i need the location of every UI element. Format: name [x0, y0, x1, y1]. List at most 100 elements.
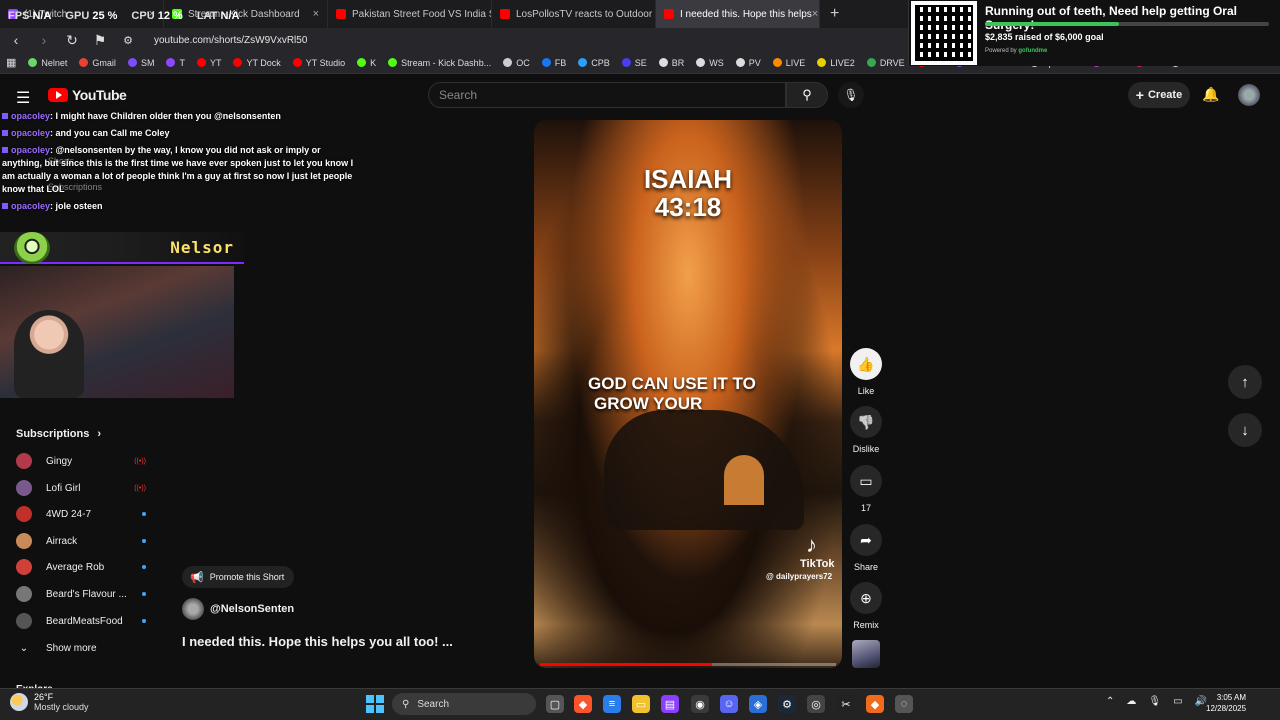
bookmark-item[interactable]: T — [166, 58, 185, 68]
chevron-up-icon[interactable]: ⌃ — [1106, 696, 1114, 707]
bookmark-item[interactable]: SM — [127, 58, 154, 68]
app-circle-icon[interactable]: ◌ — [895, 695, 913, 713]
short-video-player[interactable]: ISAIAH 43:18 GOD CAN USE IT TO GROW YOUR… — [534, 120, 842, 668]
bookmark-item[interactable]: FB — [541, 58, 566, 68]
bookmark-item[interactable]: YT Dock — [233, 58, 281, 68]
bookmark-item[interactable]: YT — [196, 58, 221, 68]
bookmark-item[interactable]: SE — [621, 58, 647, 68]
close-tab-icon[interactable]: × — [812, 8, 818, 20]
show-more-button[interactable]: ⌄ Show more — [16, 635, 146, 661]
subscriptions-header[interactable]: Subscriptions › — [16, 428, 101, 440]
site-info-icon[interactable]: ⚙ — [120, 34, 136, 47]
channel-avatar[interactable] — [182, 598, 204, 620]
previous-short-button[interactable]: ↑ — [1228, 365, 1262, 399]
bookmark-label: Stream - Kick Dashb... — [401, 57, 492, 68]
bookmark-item[interactable]: LIVE — [772, 58, 805, 68]
new-tab-button[interactable]: + — [820, 5, 849, 23]
subscription-item[interactable]: 4WD 24-7 — [16, 501, 146, 527]
discord-icon[interactable]: ☺ — [720, 695, 738, 713]
cloud-icon[interactable]: ☁ — [1126, 696, 1136, 707]
subscription-item[interactable]: Airrack — [16, 528, 146, 554]
hamburger-menu-icon[interactable]: ☰ — [16, 88, 30, 108]
app-icon[interactable]: ▤ — [661, 695, 679, 713]
search-button[interactable]: ⚲ — [786, 82, 828, 108]
store-icon[interactable]: ◈ — [749, 695, 767, 713]
remix-button[interactable]: ⊕ — [850, 582, 882, 614]
weather-widget[interactable]: 26°F Mostly cloudy — [10, 692, 89, 712]
subscription-name: Airrack — [46, 535, 78, 547]
taskbar-search[interactable]: ⚲ Search — [392, 693, 536, 715]
create-button[interactable]: + Create — [1128, 82, 1190, 108]
search-input[interactable] — [428, 82, 786, 108]
bookmark-favicon-icon — [292, 58, 302, 67]
capcut-icon[interactable]: ✂ — [837, 695, 855, 713]
bookmark-item[interactable]: OC — [503, 58, 530, 68]
nvidia-icon[interactable]: ◉ — [691, 695, 709, 713]
promote-short-button[interactable]: 📢 Promote this Short — [182, 566, 294, 588]
notepad-icon[interactable]: ≡ — [603, 695, 621, 713]
fundraiser-progress-fill — [985, 22, 1120, 26]
share-button[interactable]: ➦ — [850, 524, 882, 556]
arch-opening — [724, 455, 764, 505]
bookmark-favicon-icon — [817, 58, 827, 67]
subscription-item[interactable]: Lofi Girl ((•)) — [16, 475, 146, 501]
bookmark-item[interactable]: LIVE2 — [817, 58, 855, 68]
chat-username: opacoley — [11, 111, 51, 121]
channel-avatar — [16, 613, 32, 629]
voice-search-mic-icon[interactable]: 🎙 — [838, 82, 864, 108]
ea-icon[interactable]: ◆ — [866, 695, 884, 713]
apps-grid-icon[interactable]: ▦ — [6, 56, 16, 69]
file-explorer-icon[interactable]: ▭ — [632, 695, 650, 713]
bookmark-item[interactable]: CPB — [578, 58, 610, 68]
brave-browser-icon[interactable]: ◆ — [574, 695, 592, 713]
bookmark-item[interactable]: WS — [696, 58, 724, 68]
arrow-down-icon: ↓ — [1241, 421, 1249, 439]
bookmark-item[interactable]: BR — [658, 58, 684, 68]
subscription-item[interactable]: BeardMeatsFood — [16, 608, 146, 634]
task-view-icon[interactable]: ▢ — [546, 695, 564, 713]
windows-start-icon[interactable] — [366, 695, 384, 713]
url-field[interactable]: youtube.com/shorts/ZsW9VxvRl50 — [154, 35, 307, 46]
audio-source-thumbnail[interactable] — [852, 640, 880, 668]
next-short-button[interactable]: ↓ — [1228, 413, 1262, 447]
youtube-logo[interactable]: YouTube — [48, 87, 127, 103]
steam-icon[interactable]: ⚙ — [778, 695, 796, 713]
browser-tab[interactable]: Pakistan Street Food VS India Street Fo× — [328, 0, 492, 28]
bookmark-item[interactable]: YT Studio — [292, 58, 345, 68]
obs-icon[interactable]: ◎ — [807, 695, 825, 713]
channel-name[interactable]: @NelsonSenten — [210, 603, 294, 615]
subscription-item[interactable]: Beard's Flavour ... — [16, 581, 146, 607]
mic-icon[interactable]: 🎙 — [1148, 696, 1161, 707]
like-button[interactable]: 👍 — [850, 348, 882, 380]
bookmark-icon[interactable]: ⚑ — [92, 32, 108, 49]
subscription-item[interactable]: Average Rob — [16, 554, 146, 580]
bookmark-item[interactable]: Nelnet — [28, 58, 67, 68]
back-arrow-icon[interactable]: ‹ — [8, 32, 24, 48]
taskbar-clock[interactable]: 3:05 AM 12/28/2025 — [1206, 692, 1246, 714]
bookmark-favicon-icon — [541, 58, 551, 67]
forward-arrow-icon[interactable]: › — [36, 32, 52, 48]
share-arrow-icon: ➦ — [860, 531, 872, 548]
browser-tab[interactable]: LosPollosTV reacts to Outdoor Boys× — [492, 0, 656, 28]
notifications-bell-icon[interactable]: 🔔 — [1202, 86, 1219, 103]
comments-button[interactable]: ▭ — [850, 465, 882, 497]
video-progress-bar[interactable] — [540, 663, 836, 666]
bookmark-item[interactable]: PV — [735, 58, 761, 68]
reload-icon[interactable]: ↻ — [64, 32, 80, 49]
close-tab-icon[interactable]: × — [313, 8, 319, 20]
bookmark-item[interactable]: Stream - Kick Dashb... — [388, 58, 491, 68]
browser-tab[interactable]: I needed this. Hope this helps × — [656, 0, 820, 28]
stream-chat-overlay: opacoley: I might have Children older th… — [2, 110, 362, 217]
bookmark-item[interactable]: DRVE — [866, 58, 905, 68]
bookmark-item[interactable]: Gmail — [79, 58, 116, 68]
subscription-name: 4WD 24-7 — [46, 508, 92, 520]
dislike-button[interactable]: 👎 — [850, 406, 882, 438]
dislike-label: Dislike — [852, 444, 880, 454]
account-avatar[interactable] — [1238, 84, 1260, 106]
bookmark-item[interactable]: K — [357, 58, 376, 68]
short-title[interactable]: I needed this. Hope this helps you all t… — [182, 634, 453, 649]
bookmark-favicon-icon — [503, 58, 513, 67]
subscription-item[interactable]: Gingy ((•)) — [16, 448, 146, 474]
display-icon[interactable]: ▭ — [1173, 696, 1182, 707]
chat-badge-icon — [2, 130, 8, 136]
